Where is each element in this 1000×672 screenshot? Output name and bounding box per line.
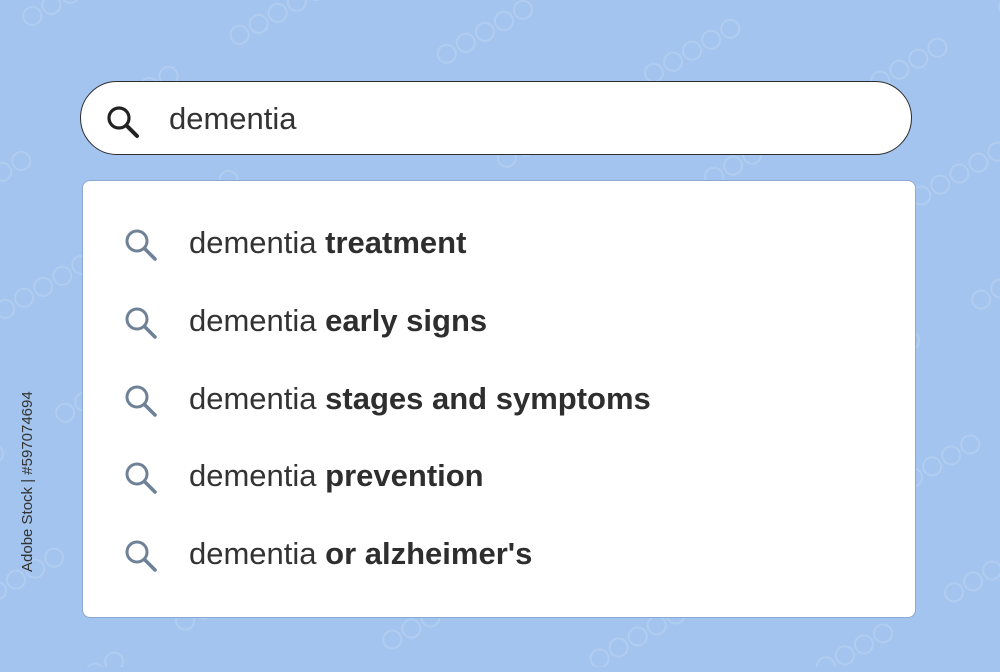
suggestion-base: dementia [189, 225, 317, 260]
suggestion-text: dementia treatment [189, 213, 466, 273]
search-icon [121, 536, 161, 576]
suggestion-base: dementia [189, 303, 317, 338]
stock-credit: Adobe Stock | #597074694 [2, 0, 42, 667]
suggestion-base: dementia [189, 458, 317, 493]
suggestion-text: dementia early signs [189, 291, 487, 351]
suggestion-item[interactable]: dementia treatment [83, 213, 915, 273]
search-input[interactable]: dementia [169, 82, 297, 156]
search-icon [121, 225, 161, 265]
suggestion-base: dementia [189, 381, 317, 416]
search-icon [121, 303, 161, 343]
stock-credit-text: Adobe Stock | #597074694 [19, 391, 36, 572]
suggestion-text: dementia prevention [189, 446, 484, 506]
suggestion-completion: or alzheimer's [325, 536, 533, 571]
suggestion-text: dementia stages and symptoms [189, 369, 651, 429]
suggestion-completion: prevention [325, 458, 484, 493]
suggestion-text: dementia or alzheimer's [189, 524, 532, 584]
suggestion-completion: early signs [325, 303, 488, 338]
suggestions-dropdown: dementia treatment dementia early signs … [82, 180, 916, 618]
search-icon[interactable] [103, 102, 143, 142]
search-bar[interactable]: dementia [80, 81, 912, 155]
search-icon [121, 458, 161, 498]
suggestion-item[interactable]: dementia stages and symptoms [83, 369, 915, 429]
suggestion-completion: treatment [325, 225, 467, 260]
suggestion-base: dementia [189, 536, 317, 571]
suggestion-item[interactable]: dementia early signs [83, 291, 915, 351]
suggestion-completion: stages and symptoms [325, 381, 651, 416]
search-icon [121, 381, 161, 421]
suggestion-item[interactable]: dementia prevention [83, 446, 915, 506]
suggestion-item[interactable]: dementia or alzheimer's [83, 524, 915, 584]
